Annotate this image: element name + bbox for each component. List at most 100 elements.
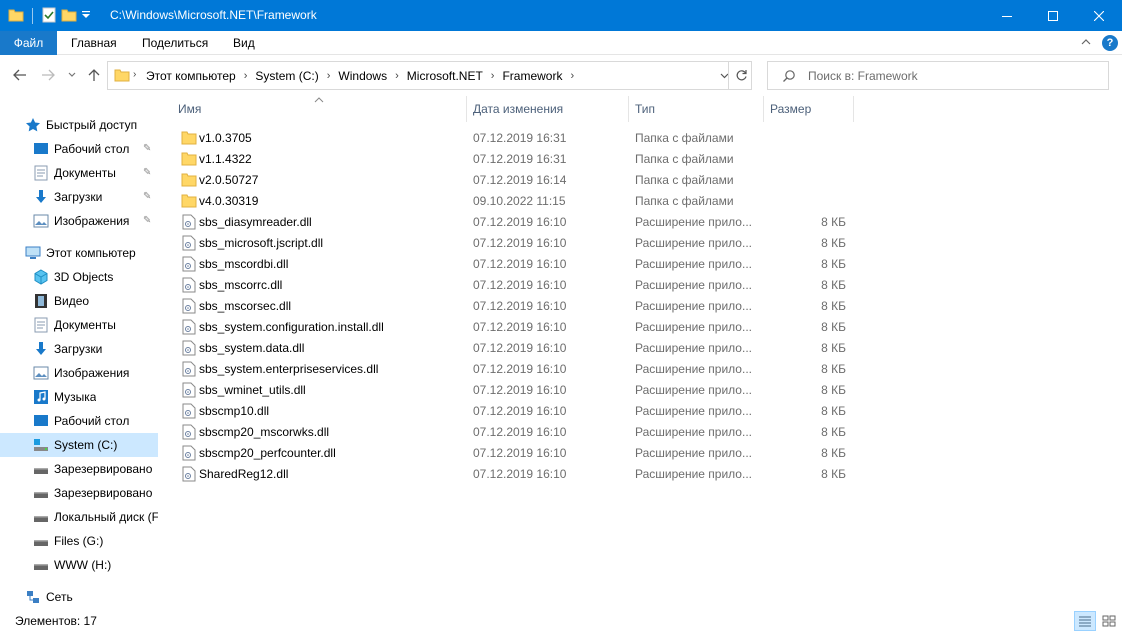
nav-pictures[interactable]: Изображения bbox=[0, 361, 158, 385]
nav-desktop-quick[interactable]: Рабочий стол ✎ bbox=[0, 137, 158, 161]
close-button[interactable] bbox=[1076, 0, 1122, 31]
dll-file-icon bbox=[181, 382, 197, 398]
nav-www-h[interactable]: WWW (H:) bbox=[0, 553, 158, 577]
nav-music[interactable]: Музыка bbox=[0, 385, 158, 409]
file-size: 8 КБ bbox=[821, 320, 846, 334]
sort-ascending-icon bbox=[314, 95, 324, 105]
back-button[interactable] bbox=[10, 64, 30, 86]
file-name: sbscmp20_perfcounter.dll bbox=[199, 446, 336, 460]
nav-3d-objects[interactable]: 3D Objects bbox=[0, 265, 158, 289]
file-size: 8 КБ bbox=[821, 467, 846, 481]
details-view-button[interactable] bbox=[1074, 611, 1096, 631]
file-date: 07.12.2019 16:10 bbox=[473, 446, 567, 460]
file-size: 8 КБ bbox=[821, 341, 846, 355]
file-type: Расширение прило... bbox=[635, 362, 752, 376]
file-size: 8 КБ bbox=[821, 215, 846, 229]
column-header-name[interactable]: Имя bbox=[178, 96, 201, 122]
table-row[interactable]: sbscmp20_mscorwks.dll 07.12.2019 16:10 Рас… bbox=[176, 422, 852, 443]
pin-icon[interactable]: ✎ bbox=[143, 167, 151, 178]
file-type: Папка с файлами bbox=[635, 152, 734, 166]
table-row[interactable]: sbs_system.enterpriseservices.dll 07.12.2… bbox=[176, 359, 852, 380]
file-date: 07.12.2019 16:10 bbox=[473, 467, 567, 481]
nav-reserved-2[interactable]: Зарезервировано bbox=[0, 481, 158, 505]
column-header-type[interactable]: Тип bbox=[635, 96, 655, 122]
table-row[interactable]: sbs_microsoft.jscript.dll 07.12.2019 16:1… bbox=[176, 233, 852, 254]
minimize-button[interactable] bbox=[984, 0, 1030, 31]
chevron-right-icon[interactable]: › bbox=[491, 70, 495, 82]
nav-videos[interactable]: Видео bbox=[0, 289, 158, 313]
table-row[interactable]: v1.0.3705 07.12.2019 16:31 Папка с файлами bbox=[176, 128, 852, 149]
expand-ribbon-icon[interactable] bbox=[1080, 36, 1092, 50]
properties-icon[interactable] bbox=[41, 7, 57, 26]
up-button[interactable] bbox=[84, 64, 104, 86]
new-folder-icon[interactable] bbox=[61, 7, 77, 26]
crumb-system-c[interactable]: System (C:) bbox=[255, 69, 318, 83]
chevron-right-icon[interactable]: › bbox=[570, 70, 574, 82]
table-row[interactable]: sbs_mscorsec.dll 07.12.2019 16:10 Расширен… bbox=[176, 296, 852, 317]
column-header-size[interactable]: Размер bbox=[770, 96, 811, 122]
chevron-right-icon[interactable]: › bbox=[133, 69, 136, 80]
file-date: 07.12.2019 16:10 bbox=[473, 299, 567, 313]
chevron-right-icon[interactable]: › bbox=[244, 70, 248, 82]
column-header-date[interactable]: Дата изменения bbox=[473, 96, 563, 122]
table-row[interactable]: sbscmp10.dll 07.12.2019 16:10 Расширение п… bbox=[176, 401, 852, 422]
pin-icon[interactable]: ✎ bbox=[143, 215, 151, 226]
chevron-right-icon[interactable]: › bbox=[327, 70, 331, 82]
nav-downloads-quick[interactable]: Загрузки ✎ bbox=[0, 185, 158, 209]
tab-share[interactable]: Поделиться bbox=[142, 31, 208, 55]
tab-view[interactable]: Вид bbox=[233, 31, 255, 55]
crumb-framework[interactable]: Framework bbox=[502, 69, 562, 83]
crumb-this-pc[interactable]: Этот компьютер bbox=[146, 69, 236, 83]
pin-icon[interactable]: ✎ bbox=[143, 191, 151, 202]
nav-reserved-1[interactable]: Зарезервировано bbox=[0, 457, 158, 481]
nav-this-pc[interactable]: Этот компьютер bbox=[0, 241, 158, 265]
dll-file-icon bbox=[181, 319, 197, 335]
network-icon bbox=[25, 589, 41, 605]
tab-home[interactable]: Главная bbox=[71, 31, 117, 55]
nav-local-disk-f[interactable]: Локальный диск (F bbox=[0, 505, 158, 529]
nav-system-c[interactable]: System (C:) bbox=[0, 433, 158, 457]
refresh-button[interactable] bbox=[728, 62, 753, 89]
nav-documents[interactable]: Документы bbox=[0, 313, 158, 337]
file-name: sbs_system.configuration.install.dll bbox=[199, 320, 384, 334]
nav-files-g[interactable]: Files (G:) bbox=[0, 529, 158, 553]
table-row[interactable]: SharedReg12.dll 07.12.2019 16:10 Расширени… bbox=[176, 464, 852, 485]
customize-qat-icon[interactable] bbox=[81, 9, 91, 23]
nav-documents-quick[interactable]: Документы ✎ bbox=[0, 161, 158, 185]
nav-desktop[interactable]: Рабочий стол bbox=[0, 409, 158, 433]
tab-file[interactable]: Файл bbox=[0, 31, 57, 55]
file-type: Папка с файлами bbox=[635, 131, 734, 145]
desktop-icon bbox=[33, 413, 49, 429]
chevron-right-icon[interactable]: › bbox=[395, 70, 399, 82]
table-row[interactable]: sbs_diasymreader.dll 07.12.2019 16:10 Расш… bbox=[176, 212, 852, 233]
nav-quick-access[interactable]: Быстрый доступ bbox=[0, 113, 158, 137]
table-row[interactable]: sbs_system.data.dll 07.12.2019 16:10 Расши… bbox=[176, 338, 852, 359]
nav-pictures-quick[interactable]: Изображения ✎ bbox=[0, 209, 158, 233]
crumb-microsoft-net[interactable]: Microsoft.NET bbox=[407, 69, 483, 83]
table-row[interactable]: sbs_mscorrc.dll 07.12.2019 16:10 Расширени… bbox=[176, 275, 852, 296]
recent-locations-button[interactable] bbox=[64, 64, 80, 86]
crumb-windows[interactable]: Windows bbox=[338, 69, 387, 83]
table-row[interactable]: sbs_wminet_utils.dll 07.12.2019 16:10 Расш… bbox=[176, 380, 852, 401]
maximize-button[interactable] bbox=[1030, 0, 1076, 31]
nav-downloads[interactable]: Загрузки bbox=[0, 337, 158, 361]
table-row[interactable]: sbs_system.configuration.install.dll 07.1… bbox=[176, 317, 852, 338]
large-icons-view-button[interactable] bbox=[1098, 611, 1120, 631]
table-row[interactable]: v2.0.50727 07.12.2019 16:14 Папка с файлам… bbox=[176, 170, 852, 191]
film-icon bbox=[33, 293, 49, 309]
table-row[interactable]: sbscmp20_perfcounter.dll 07.12.2019 16:10… bbox=[176, 443, 852, 464]
dll-file-icon bbox=[181, 340, 197, 356]
address-bar[interactable]: › Этот компьютер › System (C:) › Windows… bbox=[107, 61, 752, 90]
table-row[interactable]: v4.0.30319 09.10.2022 11:15 Папка с файлам… bbox=[176, 191, 852, 212]
search-input[interactable]: Поиск в: Framework bbox=[767, 61, 1109, 90]
pictures-icon bbox=[33, 213, 49, 229]
file-name: v2.0.50727 bbox=[199, 173, 259, 187]
help-icon[interactable]: ? bbox=[1102, 35, 1118, 51]
file-type: Расширение прило... bbox=[635, 425, 752, 439]
nav-network[interactable]: Сеть bbox=[0, 585, 158, 608]
table-row[interactable]: v1.1.4322 07.12.2019 16:31 Папка с файлами bbox=[176, 149, 852, 170]
forward-button[interactable] bbox=[38, 64, 58, 86]
pin-icon[interactable]: ✎ bbox=[143, 143, 151, 154]
table-row[interactable]: sbs_mscordbi.dll 07.12.2019 16:10 Расширен… bbox=[176, 254, 852, 275]
file-name: sbs_mscorsec.dll bbox=[199, 299, 292, 313]
